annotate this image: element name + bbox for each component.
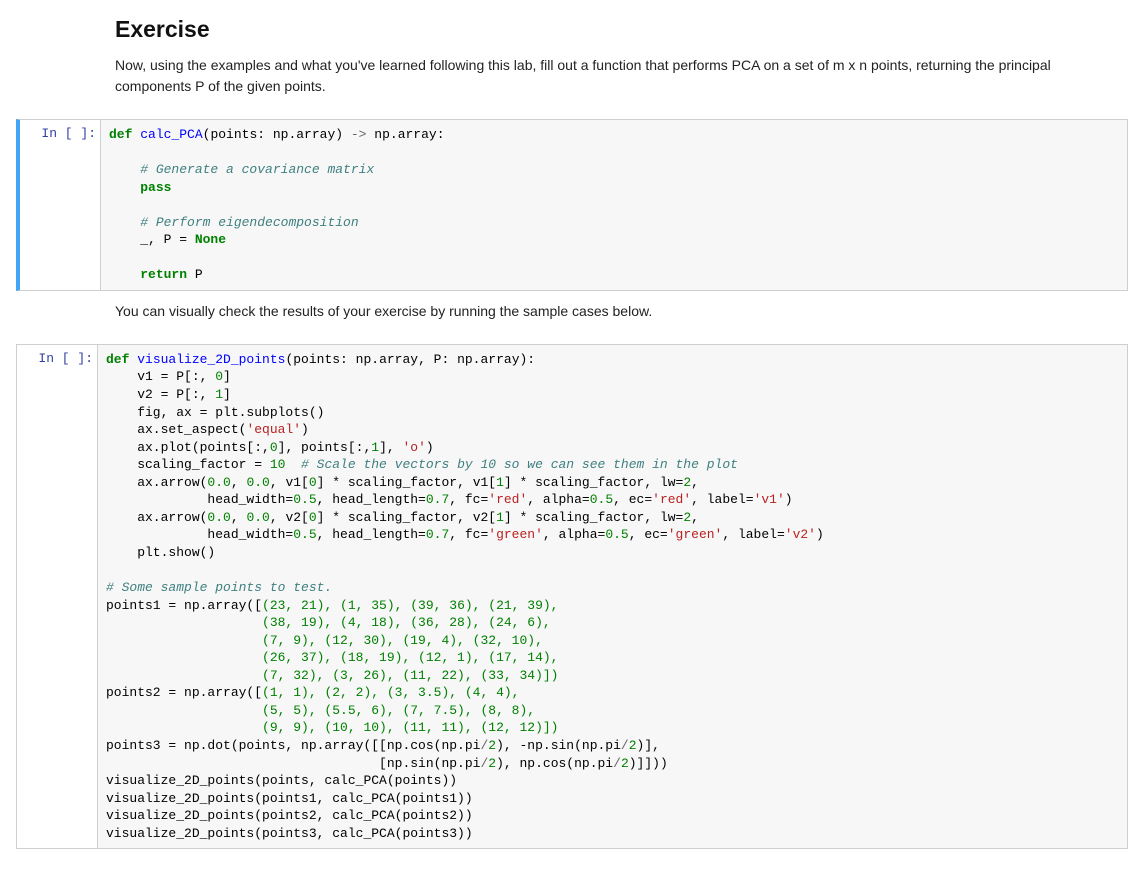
code-editor-1[interactable]: def calc_PCA(points: np.array) -> np.arr…: [100, 120, 1127, 290]
input-prompt-2: In [ ]:: [17, 345, 97, 848]
input-prompt-1: In [ ]:: [20, 120, 100, 290]
code-cell-2[interactable]: In [ ]: def visualize_2D_points(points: …: [16, 344, 1128, 849]
code-editor-2[interactable]: def visualize_2D_points(points: np.array…: [97, 345, 1127, 848]
markdown-cell-check: You can visually check the results of yo…: [115, 297, 1118, 338]
notebook-container: Exercise Now, using the examples and wha…: [0, 0, 1144, 871]
markdown-cell-exercise: Exercise Now, using the examples and wha…: [115, 0, 1118, 113]
exercise-heading: Exercise: [115, 16, 1118, 43]
exercise-description: Now, using the examples and what you've …: [115, 55, 1118, 97]
check-description: You can visually check the results of yo…: [115, 301, 1118, 322]
code-cell-1[interactable]: In [ ]: def calc_PCA(points: np.array) -…: [16, 119, 1128, 291]
